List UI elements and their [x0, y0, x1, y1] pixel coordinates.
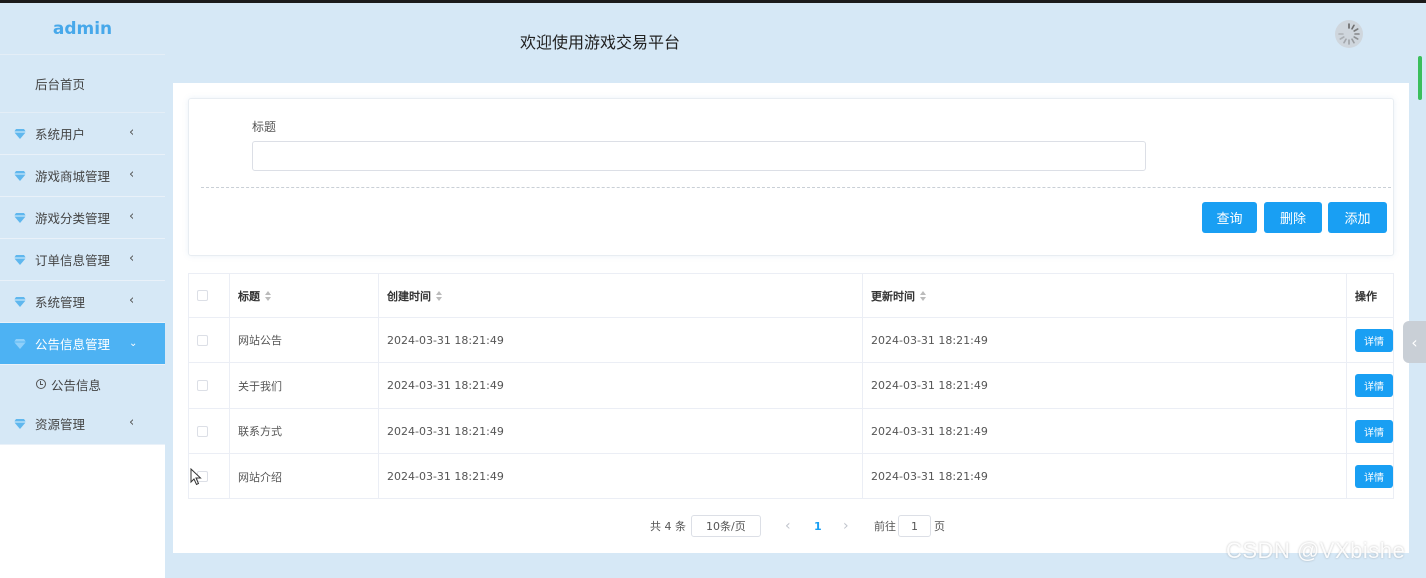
row-checkbox[interactable]	[197, 334, 208, 346]
page-title: 欢迎使用游戏交易平台	[520, 33, 681, 52]
cell-updated: 2024-03-31 18:21:49	[863, 409, 1347, 453]
watermark: CSDN @VXbishe	[1226, 538, 1406, 563]
row-checkbox[interactable]	[197, 380, 208, 391]
cell-title: 关于我们	[230, 363, 379, 408]
sidebar-item-game-mall[interactable]: 游戏商城管理 ‹	[0, 155, 165, 197]
pagination-total: 共 4 条	[650, 520, 686, 533]
sidebar-item-label: 订单信息管理	[35, 253, 111, 268]
chevron-down-icon: ⌄	[129, 338, 138, 349]
table-row: 联系方式 2024-03-31 18:21:49 2024-03-31 18:2…	[189, 409, 1393, 454]
chevron-left-icon: ‹	[129, 167, 135, 182]
data-table: 标题 创建时间 更新时间 操作 网站公告 2024-03-31 18:21:49…	[188, 273, 1394, 499]
sidebar-item-label: 游戏分类管理	[35, 211, 111, 226]
sidebar-item-home[interactable]: 后台首页	[0, 55, 165, 113]
goto-label: 前往	[874, 520, 896, 533]
sidebar-item-label: 公告信息管理	[35, 337, 111, 352]
window-top-border	[0, 0, 1426, 3]
goto-page-input[interactable]: 1	[898, 515, 931, 537]
column-header-updated[interactable]: 更新时间	[863, 274, 1347, 317]
sidebar-subitem-announcement-info[interactable]: 公告信息	[0, 365, 165, 403]
cell-updated: 2024-03-31 18:21:49	[863, 454, 1347, 499]
scrollbar[interactable]	[1418, 56, 1422, 100]
detail-button[interactable]: 详情	[1355, 419, 1393, 443]
diamond-icon	[14, 170, 26, 181]
divider	[201, 187, 1391, 188]
page-size-select[interactable]: 10条/页	[691, 515, 761, 537]
chevron-left-icon: ‹	[129, 415, 135, 430]
sidebar-item-label: 系统管理	[35, 295, 86, 310]
sidebar-item-label: 游戏商城管理	[35, 169, 111, 184]
detail-button[interactable]: 详情	[1355, 465, 1393, 488]
clock-icon	[36, 379, 46, 389]
cell-created: 2024-03-31 18:21:49	[379, 363, 863, 408]
cell-created: 2024-03-31 18:21:49	[379, 454, 863, 499]
table-row: 网站介绍 2024-03-31 18:21:49 2024-03-31 18:2…	[189, 454, 1393, 499]
query-button[interactable]: 查询	[1202, 202, 1257, 233]
goto-suffix: 页	[934, 520, 945, 533]
chevron-left-icon: ‹	[1411, 332, 1418, 352]
detail-button[interactable]: 详情	[1355, 374, 1393, 397]
sidebar-item-system-management[interactable]: 系统管理 ‹	[0, 281, 165, 323]
column-header-created[interactable]: 创建时间	[379, 274, 863, 317]
detail-button[interactable]: 详情	[1355, 328, 1393, 352]
prev-page-button[interactable]: ‹	[785, 515, 791, 537]
column-header-actions: 操作	[1355, 289, 1377, 303]
cell-title: 网站介绍	[230, 454, 379, 499]
side-panel-toggle[interactable]: ‹	[1403, 321, 1426, 363]
cell-updated: 2024-03-31 18:21:49	[863, 318, 1347, 362]
sidebar-item-game-category[interactable]: 游戏分类管理 ‹	[0, 197, 165, 239]
cell-created: 2024-03-31 18:21:49	[379, 409, 863, 453]
table-row: 网站公告 2024-03-31 18:21:49 2024-03-31 18:2…	[189, 318, 1393, 363]
sidebar-item-orders[interactable]: 订单信息管理 ‹	[0, 239, 165, 281]
cell-title: 联系方式	[230, 409, 379, 453]
sort-icon	[920, 290, 926, 301]
row-checkbox[interactable]	[197, 425, 208, 437]
pagination: 共 4 条 10条/页 ‹ 1 › 前往 1 页	[173, 515, 1409, 537]
sidebar: admin 后台首页 系统用户 ‹ 游戏商城管理 ‹ 游戏分类管理 ‹ 订单信息…	[0, 3, 165, 578]
next-page-button[interactable]: ›	[843, 515, 849, 537]
title-search-input[interactable]	[252, 141, 1146, 171]
add-button[interactable]: 添加	[1328, 202, 1387, 233]
delete-button[interactable]: 删除	[1264, 202, 1322, 233]
select-all-checkbox[interactable]	[197, 290, 208, 301]
column-header-title[interactable]: 标题	[230, 274, 379, 317]
mouse-cursor-icon	[190, 468, 202, 486]
cell-title: 网站公告	[230, 318, 379, 362]
page-number-current[interactable]: 1	[814, 515, 822, 537]
search-label: 标题	[252, 120, 277, 134]
chevron-left-icon: ‹	[129, 293, 135, 308]
diamond-icon	[14, 212, 26, 223]
spinner-avatar-icon[interactable]	[1334, 19, 1364, 49]
sidebar-item-system-users[interactable]: 系统用户 ‹	[0, 113, 165, 155]
diamond-icon	[14, 296, 26, 307]
sidebar-item-announcements[interactable]: 公告信息管理 ⌄	[0, 323, 165, 365]
sidebar-item-label: 系统用户	[35, 127, 86, 142]
diamond-icon	[14, 338, 26, 349]
chevron-left-icon: ‹	[129, 251, 135, 266]
table-row: 关于我们 2024-03-31 18:21:49 2024-03-31 18:2…	[189, 363, 1393, 409]
diamond-icon	[14, 254, 26, 265]
diamond-icon	[14, 418, 26, 429]
sidebar-subitem-label: 公告信息	[51, 377, 102, 393]
sort-icon	[265, 290, 271, 301]
chevron-left-icon: ‹	[129, 209, 135, 224]
sidebar-item-resources[interactable]: 资源管理 ‹	[0, 403, 165, 445]
cell-created: 2024-03-31 18:21:49	[379, 318, 863, 362]
table-header-row: 标题 创建时间 更新时间 操作	[189, 274, 1393, 318]
chevron-left-icon: ‹	[129, 125, 135, 140]
main-panel: 标题 查询 删除 添加 标题 创建时间 更新时间 操作 网站公告 2024-03…	[173, 83, 1409, 553]
sort-icon	[436, 290, 442, 301]
search-card: 标题 查询 删除 添加	[188, 98, 1394, 256]
brand-title: admin	[0, 3, 165, 55]
cell-updated: 2024-03-31 18:21:49	[863, 363, 1347, 408]
sidebar-item-label: 资源管理	[35, 417, 86, 432]
diamond-icon	[14, 128, 26, 139]
